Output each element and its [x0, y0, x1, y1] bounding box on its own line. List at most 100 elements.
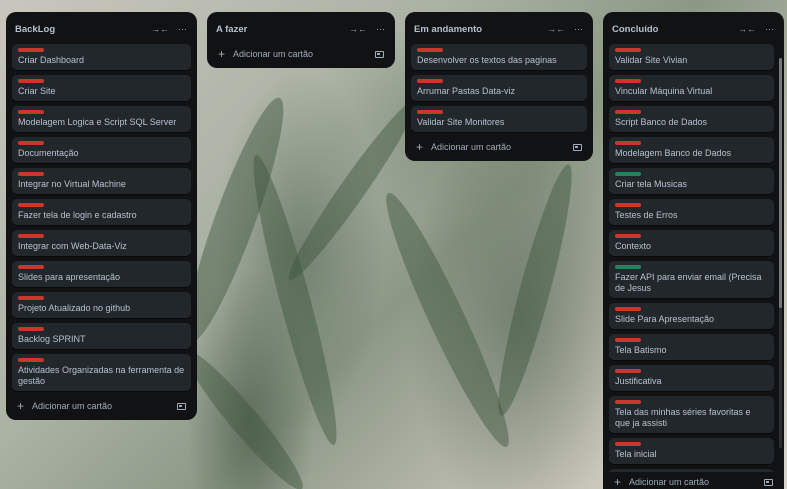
- card[interactable]: Criar Dashboard: [12, 44, 191, 70]
- card-label-green[interactable]: [615, 265, 641, 269]
- card-label-red[interactable]: [615, 110, 641, 114]
- card[interactable]: Script Banco de Dados: [609, 106, 774, 132]
- add-card-label: Adicionar um cartão: [233, 49, 314, 59]
- card-label-red[interactable]: [18, 265, 44, 269]
- card[interactable]: Vincular Máquina Virtual: [609, 75, 774, 101]
- card-title: Desenvolver os textos das paginas: [417, 55, 557, 65]
- card-label-red[interactable]: [615, 442, 641, 446]
- more-ellipsis-icon[interactable]: ···: [376, 24, 385, 34]
- card[interactable]: Contexto: [609, 230, 774, 256]
- list-title[interactable]: A fazer: [216, 24, 247, 35]
- card-template-icon[interactable]: [375, 50, 384, 58]
- card-title: Documentação: [18, 148, 79, 158]
- more-ellipsis-icon[interactable]: ···: [574, 24, 583, 34]
- plus-icon: +: [218, 47, 226, 61]
- card-title: Tela das minhas séries favoritas e que j…: [615, 407, 751, 428]
- card[interactable]: Integrar no Virtual Machine: [12, 168, 191, 194]
- card-label-red[interactable]: [18, 296, 44, 300]
- card-title: Integrar no Virtual Machine: [18, 179, 126, 189]
- card[interactable]: Criar tela Musicas: [609, 168, 774, 194]
- card-label-red[interactable]: [18, 79, 44, 83]
- card-title: Criar Site: [18, 86, 56, 96]
- collapse-arrows-icon[interactable]: →←: [738, 24, 756, 34]
- card-label-red[interactable]: [18, 141, 44, 145]
- card[interactable]: Integrar com Web-Data-Viz: [12, 230, 191, 256]
- list-title[interactable]: Em andamento: [414, 24, 482, 35]
- plus-icon: +: [614, 475, 622, 489]
- card[interactable]: Arrumar Pastas Data-viz: [411, 75, 587, 101]
- card-label-red[interactable]: [615, 203, 641, 207]
- card-label-red[interactable]: [417, 79, 443, 83]
- card[interactable]: Testes de Erros: [609, 199, 774, 225]
- card-label-red[interactable]: [417, 110, 443, 114]
- collapse-arrows-icon[interactable]: →←: [151, 24, 169, 34]
- card-template-icon[interactable]: [177, 402, 186, 410]
- card-label-red[interactable]: [18, 172, 44, 176]
- card-title: Modelagem Banco de Dados: [615, 148, 732, 158]
- card[interactable]: Criar Site: [12, 75, 191, 101]
- card[interactable]: Slide Para Apresentação: [609, 303, 774, 329]
- card[interactable]: Validar Site Vivian: [609, 44, 774, 70]
- card-label-red[interactable]: [18, 234, 44, 238]
- card[interactable]: Slides para apresentação: [12, 261, 191, 287]
- card[interactable]: Fazer tela de login e cadastro: [12, 199, 191, 225]
- card-label-red[interactable]: [18, 48, 44, 52]
- card-label-red[interactable]: [615, 79, 641, 83]
- card-title: Vincular Máquina Virtual: [615, 86, 713, 96]
- add-card-button[interactable]: + Adicionar um cartão: [12, 396, 191, 416]
- card-title: Fazer tela de login e cadastro: [18, 210, 137, 220]
- card-label-red[interactable]: [615, 400, 641, 404]
- card-label-red[interactable]: [615, 141, 641, 145]
- card-label-red[interactable]: [18, 358, 44, 362]
- add-card-button[interactable]: + Adicionar um cartão: [609, 472, 778, 489]
- card-title: Arrumar Pastas Data-viz: [417, 86, 516, 96]
- card-title: Integrar com Web-Data-Viz: [18, 241, 127, 251]
- card-label-red[interactable]: [615, 48, 641, 52]
- list-scrollbar[interactable]: [779, 58, 782, 448]
- card-template-icon[interactable]: [764, 478, 773, 486]
- card-label-red[interactable]: [18, 203, 44, 207]
- card-title: Criar Dashboard: [18, 55, 85, 65]
- card-label-red[interactable]: [615, 338, 641, 342]
- add-card-button[interactable]: + Adicionar um cartão: [213, 44, 389, 64]
- add-card-button[interactable]: + Adicionar um cartão: [411, 137, 587, 157]
- list-title[interactable]: BackLog: [15, 24, 55, 35]
- list-em-andamento: Em andamento →← ··· Desenvolver os texto…: [405, 12, 593, 161]
- card-label-red[interactable]: [417, 48, 443, 52]
- card[interactable]: Documentação: [12, 137, 191, 163]
- card-label-red[interactable]: [615, 234, 641, 238]
- list-backlog: BackLog →← ··· Criar Dashboard Criar Site…: [6, 12, 197, 420]
- card[interactable]: Backlog SPRINT: [12, 323, 191, 349]
- card-title: Modelagem Logica e Script SQL Server: [18, 117, 177, 127]
- collapse-arrows-icon[interactable]: →←: [349, 24, 367, 34]
- list-header: Em andamento →← ···: [411, 18, 587, 40]
- card[interactable]: Desenvolver os textos das paginas: [411, 44, 587, 70]
- card-template-icon[interactable]: [573, 143, 582, 151]
- card-label-red[interactable]: [18, 110, 44, 114]
- card[interactable]: Fazer API para enviar email (Precisa de …: [609, 261, 774, 298]
- card-title: Backlog SPRINT: [18, 334, 86, 344]
- card-label-red[interactable]: [615, 369, 641, 373]
- add-card-label: Adicionar um cartão: [431, 142, 512, 152]
- card-label-green[interactable]: [615, 172, 641, 176]
- card[interactable]: Tela das minhas séries favoritas e que j…: [609, 396, 774, 433]
- card[interactable]: Projeto Atualizado no github: [12, 292, 191, 318]
- card[interactable]: Justificativa: [609, 365, 774, 391]
- list-title[interactable]: Concluído: [612, 24, 658, 35]
- more-ellipsis-icon[interactable]: ···: [178, 24, 187, 34]
- card-label-red[interactable]: [18, 327, 44, 331]
- card-title: Testes de Erros: [615, 210, 678, 220]
- add-card-label: Adicionar um cartão: [629, 477, 710, 487]
- more-ellipsis-icon[interactable]: ···: [765, 24, 774, 34]
- card[interactable]: Tela inicial: [609, 438, 774, 464]
- list-header: BackLog →← ···: [12, 18, 191, 40]
- card[interactable]: Atividades Organizadas na ferramenta de …: [12, 354, 191, 391]
- card[interactable]: Modelagem Banco de Dados: [609, 137, 774, 163]
- card[interactable]: Validar Site Monitores: [411, 106, 587, 132]
- card-title: Fazer API para enviar email (Precisa de …: [615, 272, 762, 293]
- card[interactable]: Tela Batismo: [609, 334, 774, 360]
- scrollbar-thumb[interactable]: [779, 58, 782, 308]
- collapse-arrows-icon[interactable]: →←: [547, 24, 565, 34]
- card[interactable]: Modelagem Logica e Script SQL Server: [12, 106, 191, 132]
- card-label-red[interactable]: [615, 307, 641, 311]
